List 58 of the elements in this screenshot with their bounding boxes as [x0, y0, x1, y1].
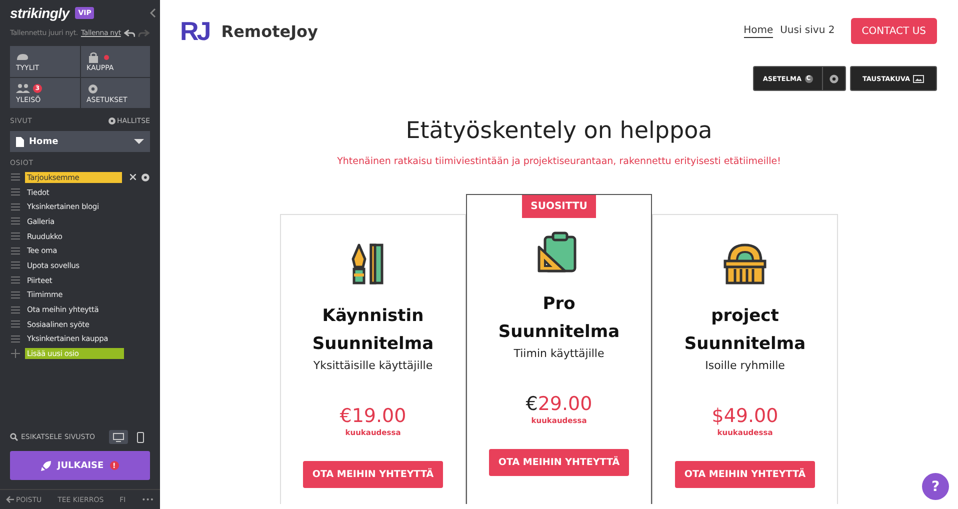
drag-handle-icon — [11, 276, 20, 284]
bag-icon — [86, 52, 100, 62]
contact-button[interactable]: OTA MEIHIN YHTEYTTÄ — [489, 449, 629, 476]
drag-handle-icon — [11, 246, 20, 255]
caret-icon — [134, 139, 144, 144]
arrow-left-icon — [6, 496, 14, 503]
brand-name: RemoteJoy — [221, 22, 318, 40]
gear-icon — [141, 172, 150, 182]
phone-icon — [137, 432, 144, 442]
drag-handle-icon — [11, 290, 20, 299]
contact-button[interactable]: OTA MEIHIN YHTEYTTÄ — [303, 461, 443, 488]
drag-handle-icon — [11, 320, 20, 328]
monitor-icon — [113, 432, 124, 442]
search-icon — [10, 433, 18, 441]
plan-name: Pro Suunnitelma — [497, 293, 621, 344]
building-icon — [723, 243, 767, 285]
section-title: Etätyöskentely on helppoa — [406, 118, 712, 144]
nav-link[interactable]: Home — [744, 24, 774, 38]
close-icon — [130, 174, 136, 180]
drag-handle-icon — [11, 261, 20, 270]
drag-handle-icon — [11, 232, 20, 240]
desktop-view-button[interactable] — [109, 430, 128, 444]
nav-link[interactable]: Uusi sivu 2 — [780, 25, 835, 37]
drag-handle-icon — [11, 188, 20, 196]
settings-button[interactable] — [822, 66, 846, 91]
rocket-icon — [41, 460, 52, 470]
plan-audience: Isoille ryhmille — [705, 359, 785, 372]
plus-icon — [11, 349, 20, 358]
popular-badge: SUOSITTU — [522, 195, 596, 218]
drag-handle-icon — [11, 173, 20, 182]
logo-mark: RJ — [180, 16, 210, 46]
redo-icon — [138, 28, 150, 38]
contact-button[interactable]: CONTACT US — [850, 18, 937, 44]
collapse-icon — [150, 8, 156, 18]
plan-price: $49.00 — [712, 405, 778, 427]
image-icon — [913, 74, 924, 82]
palette-icon — [16, 52, 30, 62]
people-icon — [16, 83, 30, 94]
plan-name: Käynnistin Suunnitelma — [311, 305, 435, 356]
contact-button[interactable]: OTA MEIHIN YHTEYTTÄ — [675, 461, 815, 488]
page-icon — [16, 136, 24, 146]
plan-audience: Tiimin käyttäjille — [514, 347, 604, 360]
gear-icon — [108, 117, 116, 125]
plan-audience: Yksittäisille käyttäjille — [313, 359, 433, 372]
drag-handle-icon — [11, 306, 20, 314]
undo-icon — [124, 28, 136, 38]
drag-handle-icon — [11, 334, 20, 343]
drag-handle-icon — [11, 202, 20, 211]
plan-name: project Suunnitelma — [683, 305, 807, 356]
help-button[interactable]: ? — [922, 473, 949, 500]
plan-price: €19.00 — [340, 405, 406, 427]
drag-handle-icon — [11, 217, 20, 226]
plan-price: €29.00 — [526, 393, 592, 415]
page-dropdown[interactable]: Home — [10, 131, 150, 152]
logo: strikingly — [10, 5, 70, 21]
gear-icon — [828, 74, 838, 84]
gear-icon — [86, 83, 100, 94]
section-subtitle: Yhtenäinen ratkaisu tiimiviestintään ja projektiseurantaan, rakennettu erityisesti etätiimeille! — [337, 156, 781, 167]
